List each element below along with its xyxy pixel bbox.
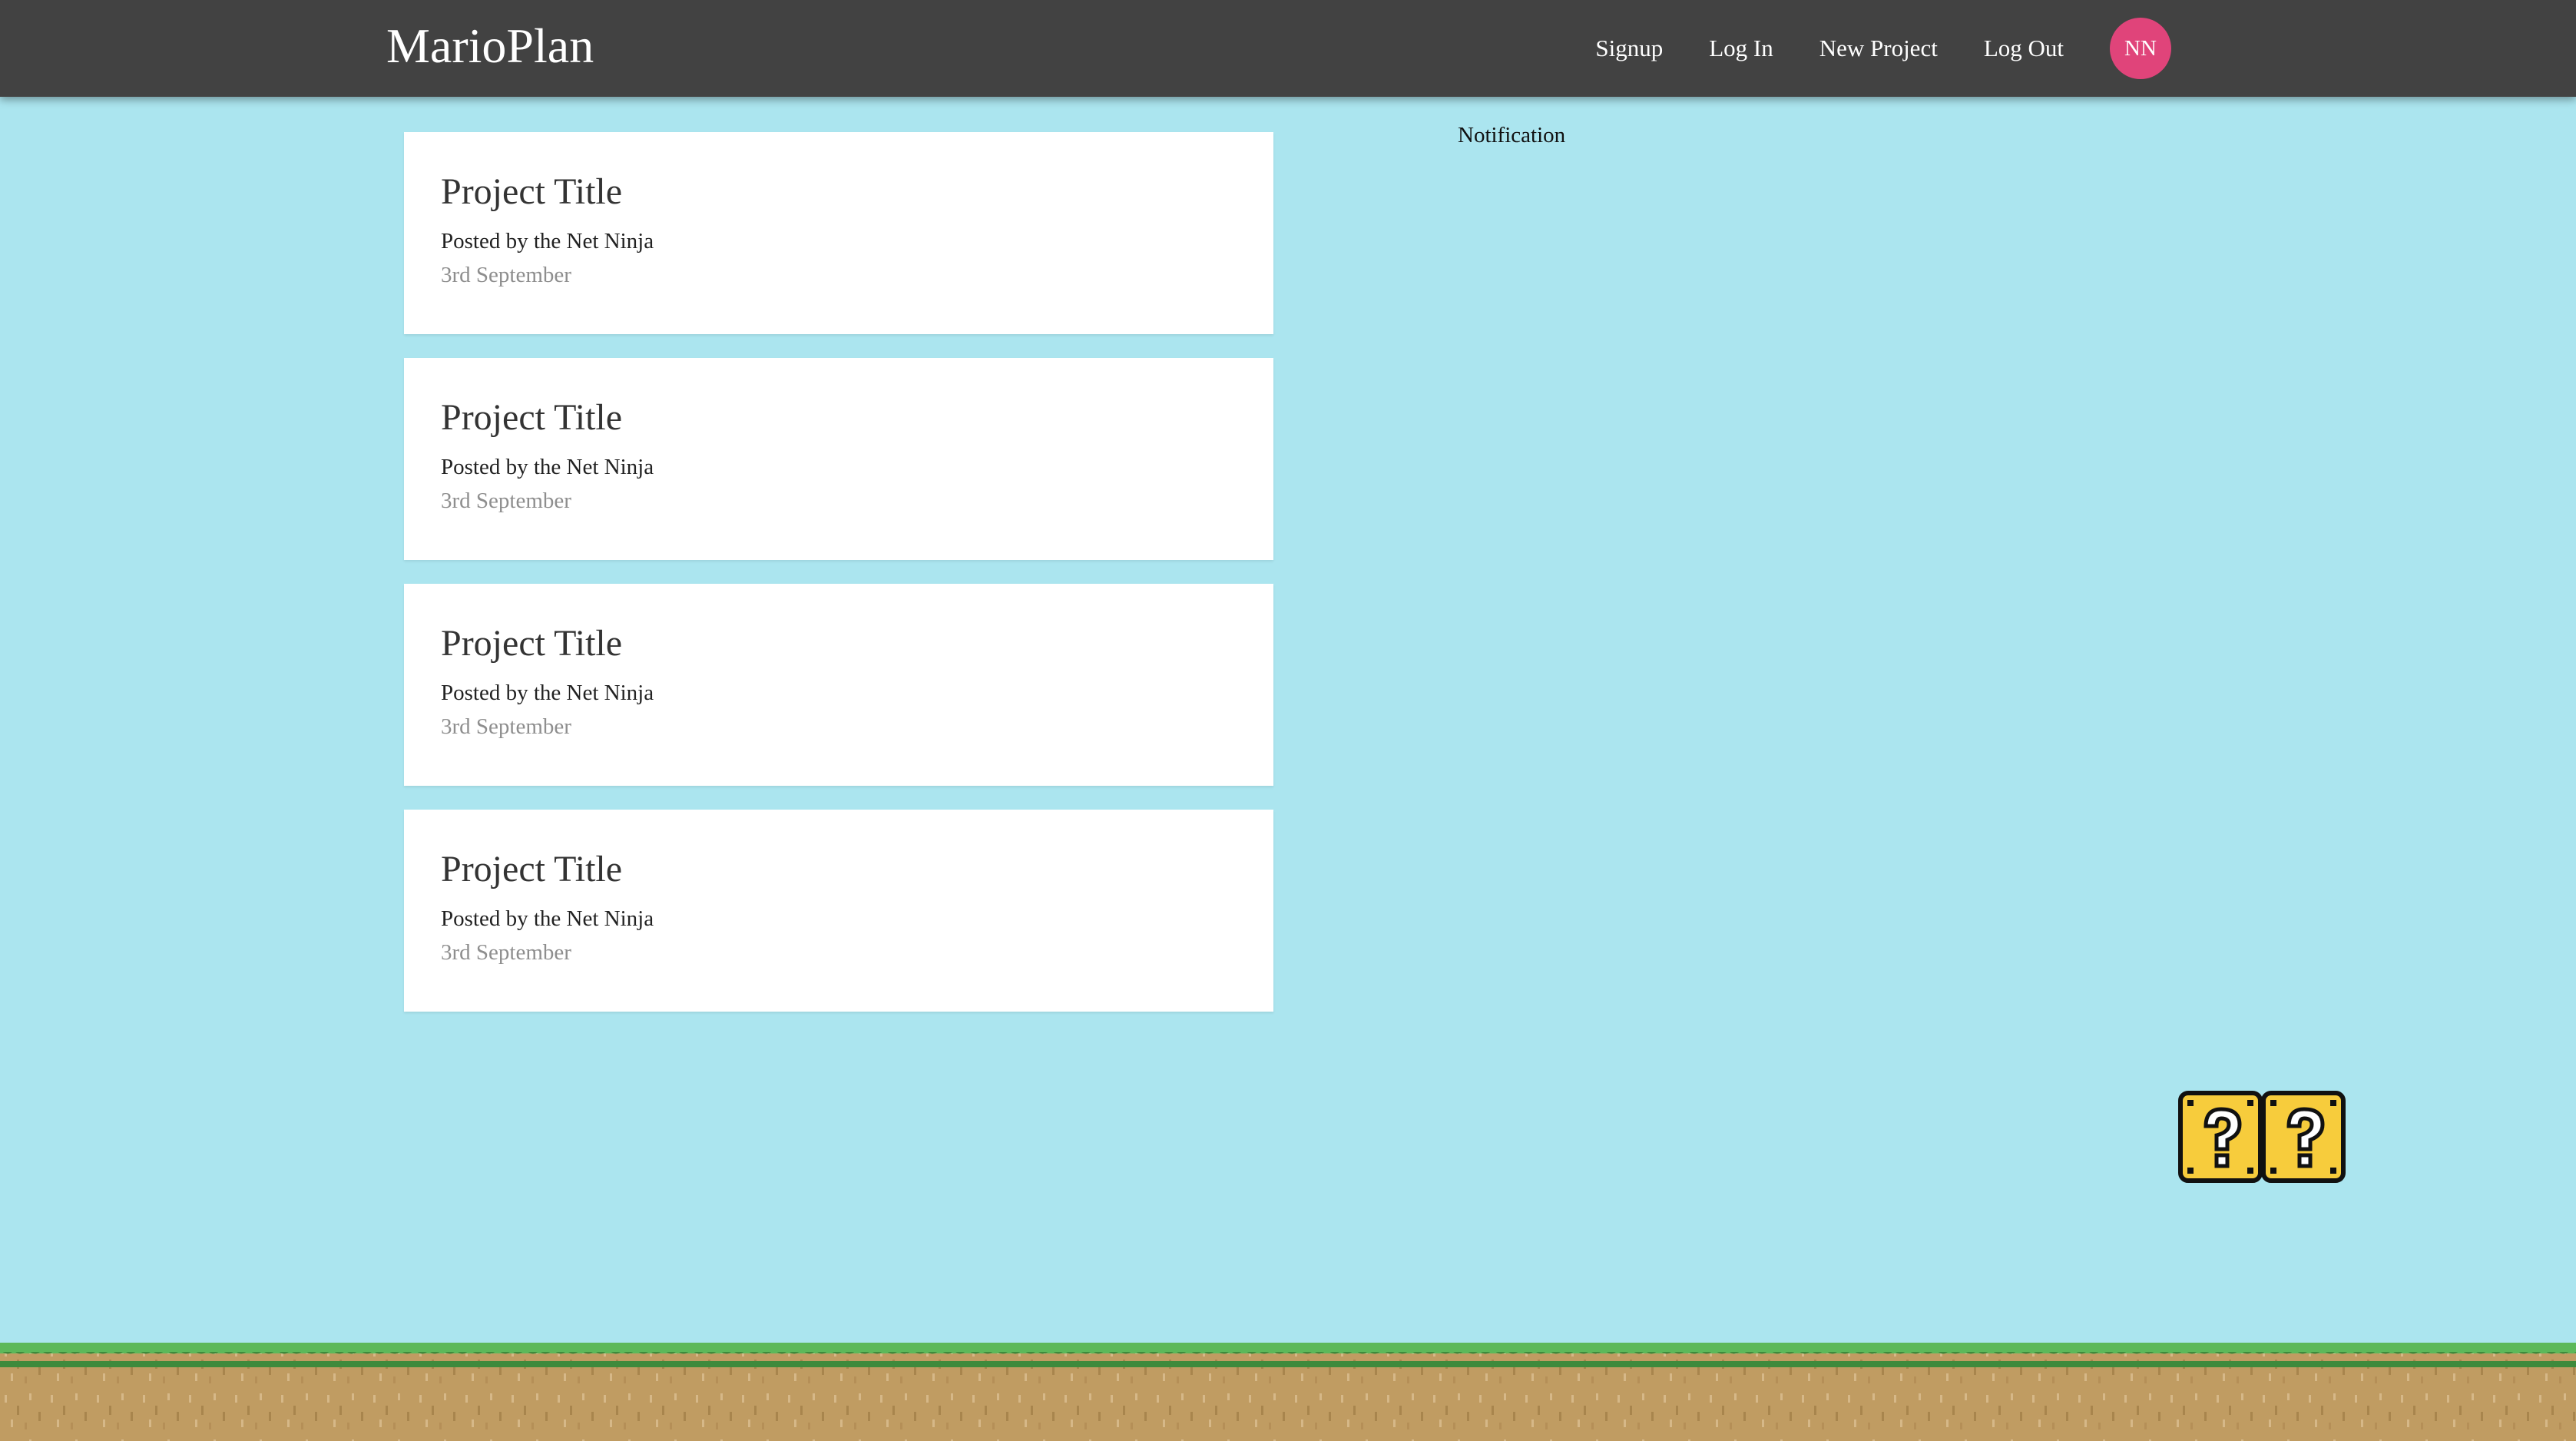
project-title: Project Title [441,849,623,889]
logout-link[interactable]: Log Out [1984,35,2064,62]
navbar: MarioPlan Signup Log In New Project Log … [0,0,2576,97]
signup-link[interactable]: Signup [1595,35,1663,62]
project-list: Project Title Posted by the Net Ninja 3r… [404,132,1273,1035]
grass-ground-icon [0,1343,2576,1441]
project-author: Posted by the Net Ninja [441,906,654,931]
project-card[interactable]: Project Title Posted by the Net Ninja 3r… [404,810,1273,1012]
notifications-label: Notification [1458,123,1566,147]
project-date: 3rd September [441,263,571,287]
new-project-link[interactable]: New Project [1819,35,1938,62]
project-card[interactable]: Project Title Posted by the Net Ninja 3r… [404,132,1273,334]
project-title: Project Title [441,171,623,212]
project-title: Project Title [441,623,623,664]
project-card[interactable]: Project Title Posted by the Net Ninja 3r… [404,584,1273,786]
brand-logo[interactable]: MarioPlan [386,18,594,74]
project-title: Project Title [441,397,623,438]
project-author: Posted by the Net Ninja [441,681,654,705]
project-author: Posted by the Net Ninja [441,455,654,479]
question-block-right [2261,1091,2346,1183]
login-link[interactable]: Log In [1709,35,1773,62]
question-block-icon [2178,1091,2346,1183]
project-card[interactable]: Project Title Posted by the Net Ninja 3r… [404,358,1273,560]
project-author: Posted by the Net Ninja [441,229,654,253]
project-date: 3rd September [441,940,571,965]
project-date: 3rd September [441,489,571,513]
question-block-left [2178,1091,2263,1183]
avatar[interactable]: NN [2110,18,2171,79]
notifications-panel: Notification [1458,117,1565,154]
nav-links: Signup Log In New Project Log Out NN [1549,0,2171,97]
project-date: 3rd September [441,714,571,739]
